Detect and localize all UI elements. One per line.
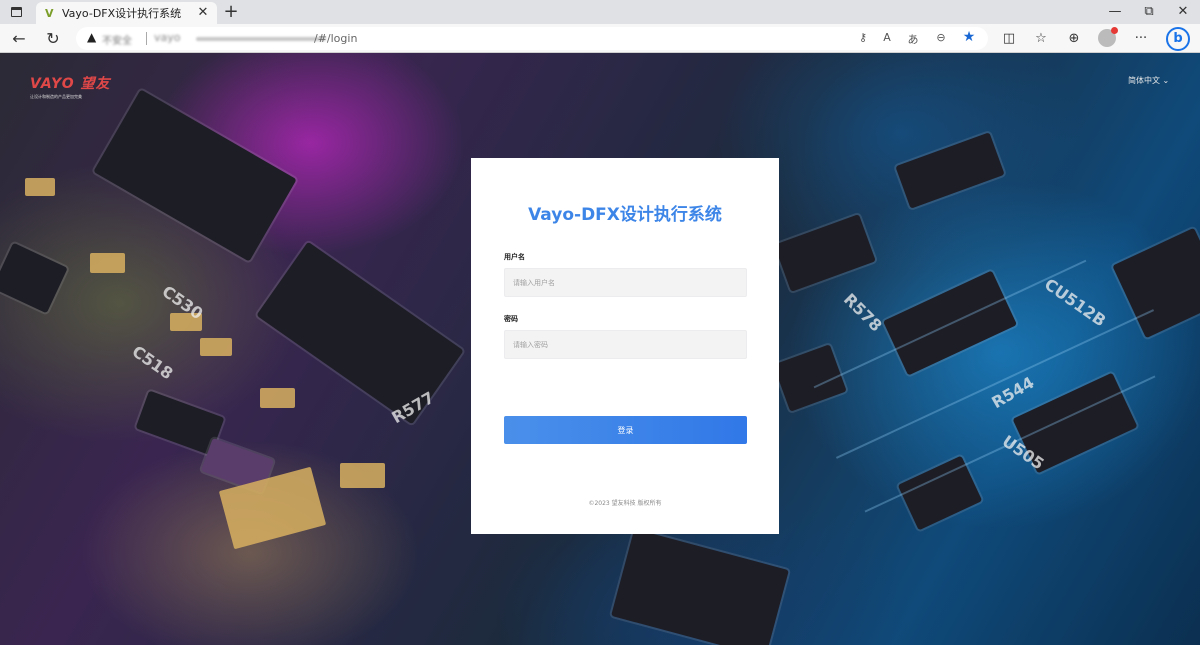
logo-text: VAYO: [30, 76, 75, 92]
login-title: Vayo-DFX设计执行系统: [528, 205, 722, 225]
restore-icon[interactable]: ⧉: [1134, 2, 1164, 22]
star-icon[interactable]: ★: [960, 29, 978, 45]
copyright-text: ©2023 望友科技 版权所有: [588, 500, 662, 507]
favicon-vayo-icon: V: [45, 6, 54, 20]
not-secure-label[interactable]: 不安全: [102, 32, 132, 47]
pcb-pad: [260, 388, 295, 408]
bing-icon[interactable]: b: [1166, 27, 1190, 51]
pcb-pad: [90, 253, 125, 273]
logo-cn: 望友: [80, 76, 111, 92]
password-input[interactable]: [504, 330, 747, 359]
pcb-chip: [774, 214, 876, 292]
pcb-chip: [895, 132, 1005, 209]
profile-icon[interactable]: [1098, 27, 1118, 47]
close-icon[interactable]: ✕: [195, 5, 211, 21]
more-icon[interactable]: ···: [1130, 28, 1152, 50]
pcb-pad: [25, 178, 55, 196]
username-label: 用户名: [504, 253, 525, 261]
translate-icon[interactable]: あ: [904, 31, 922, 47]
logo-tagline: 让设计和制造的产品更加完美: [30, 94, 82, 99]
pcb-silkscreen: CU512B: [1040, 274, 1110, 331]
pcb-chip: [611, 528, 789, 645]
favorites-icon[interactable]: ☆: [1030, 28, 1052, 50]
key-icon[interactable]: ⚷: [854, 31, 872, 44]
login-card: Vayo-DFX设计执行系统 用户名 密码 登录 ©2023 望友科技 版权所有: [471, 158, 779, 534]
pcb-chip: [93, 89, 297, 262]
password-label: 密码: [504, 315, 518, 323]
url-host: vayo: [154, 31, 181, 44]
url-field[interactable]: ▲ 不安全 vayo /#/login ⚷ A あ ⊖ ★: [76, 27, 988, 50]
pcb-silkscreen: C518: [128, 341, 177, 384]
minimize-icon[interactable]: —: [1100, 2, 1130, 22]
pcb-trace: [813, 259, 1087, 389]
login-page-background: C530 C518 R578 CU512B R544 U505 R577 VAY…: [0, 53, 1200, 645]
url-redacted-segment: [196, 37, 326, 41]
pcb-pad: [340, 463, 385, 488]
sidebar-icon[interactable]: [6, 2, 26, 22]
pcb-chip: [0, 242, 68, 314]
split-screen-icon[interactable]: ◫: [998, 28, 1020, 50]
login-button[interactable]: 登录: [504, 416, 747, 444]
vayo-logo: VAYO 望友 让设计和制造的产品更加完美: [30, 73, 111, 100]
username-input[interactable]: [504, 268, 747, 297]
read-aloud-icon[interactable]: A: [878, 31, 896, 44]
browser-tab-bar: V Vayo-DFX设计执行系统 ✕ + — ⧉ ✕: [0, 0, 1200, 24]
pcb-chip: [897, 455, 983, 531]
back-arrow-icon[interactable]: ←: [8, 28, 30, 50]
window-close-icon[interactable]: ✕: [1168, 2, 1198, 22]
url-path: /#/login: [314, 32, 358, 45]
zoom-out-icon[interactable]: ⊖: [932, 31, 950, 44]
plus-icon[interactable]: +: [221, 1, 241, 23]
refresh-icon[interactable]: ↻: [42, 28, 64, 50]
browser-address-bar: ← ↻ ▲ 不安全 vayo /#/login ⚷ A あ ⊖ ★ ◫ ☆ ⊕ …: [0, 24, 1200, 53]
url-separator: [146, 32, 147, 45]
pcb-pad: [200, 338, 232, 356]
pcb-silkscreen: R578: [839, 289, 886, 336]
warning-icon[interactable]: ▲: [87, 30, 96, 44]
browser-tab[interactable]: V Vayo-DFX设计执行系统 ✕: [36, 2, 217, 24]
tab-title: Vayo-DFX设计执行系统: [62, 7, 182, 20]
pcb-silkscreen: R544: [988, 372, 1038, 413]
collections-icon[interactable]: ⊕: [1063, 28, 1085, 50]
language-selector[interactable]: 简体中文 ⌄: [1128, 75, 1169, 86]
